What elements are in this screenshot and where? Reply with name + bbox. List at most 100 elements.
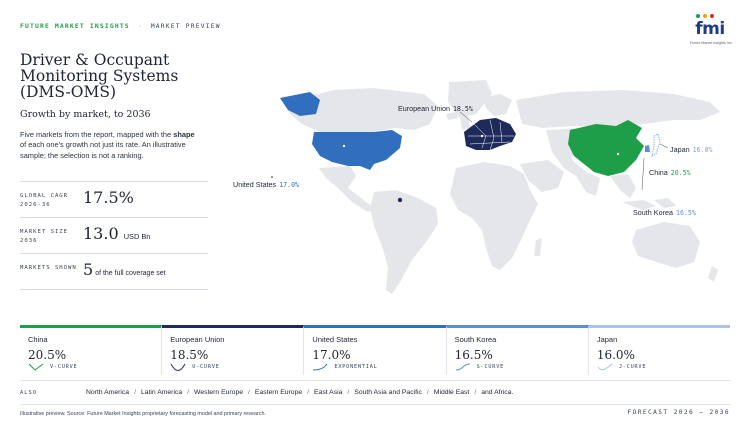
also-item[interactable]: East Asia [314,389,342,396]
metric-unit: USD Bn [123,232,151,241]
card-shape: S-CURVE [455,363,504,371]
also-separator: / [134,389,136,396]
land-masses [286,80,720,294]
map-label-pct: 18.5% [452,105,473,113]
description-bold: shape [173,130,195,139]
map-label-pct: 16.0% [692,146,713,154]
also-item[interactable]: Latin America [141,389,182,396]
logo-dots-icon [696,14,714,18]
description: Five markets from the report, mapped wit… [20,130,198,161]
header-bar: FUTURE MARKET INSIGHTS · MARKET PREVIEW [20,23,221,30]
map-label-japan: Japan 16.0% [670,145,712,154]
map-region-french-guiana [397,197,403,203]
also-item[interactable]: Eastern Europe [255,389,302,396]
s-curve-icon [455,363,470,371]
card-name: Japan [596,335,618,344]
card-shape-label: U-CURVE [192,364,220,370]
metric-number: 5 [83,260,94,279]
card-shape-label: S-CURVE [476,364,505,370]
also-item[interactable]: Western Europe [194,389,243,396]
card-value: 18.5% [170,348,209,362]
also-item[interactable]: South Asia and Pacific [354,389,422,396]
map-label-china: China 20.5% [649,168,691,177]
footer-forecast: FORECAST 2026 – 2036 [627,409,730,416]
also-separator: / [187,389,190,396]
exponential-icon [313,363,328,371]
logo-tagline: Future Market Insights Inc. [690,41,733,45]
metric-number: 13.0 [83,224,119,243]
card-united-states[interactable]: United States 17.0% EXPONENTIAL [304,325,447,375]
also-separator: / [347,389,350,396]
card-value: 17.0% [312,348,351,362]
us-dot [342,144,346,148]
also-item[interactable]: and Africa. [481,389,513,396]
also-row: ALSO North America / Latin America / Weste… [20,380,730,405]
card-name: United States [312,335,358,344]
metric-value: 17.5% [83,188,134,207]
map-label-name: United States [233,180,277,189]
market-cards: China 20.5% V-CURVE European Union 18.5%… [20,325,731,375]
metric-label: GLOBAL CAGR 2026-36 [20,193,69,208]
card-shape-label: V-CURVE [50,364,78,370]
map-label-pct: 16.5% [675,209,696,217]
brand-name: FUTURE MARKET INSIGHTS [20,23,130,30]
map-label-name: China [649,168,668,177]
card-shape-label: J-CURVE [618,364,647,370]
section-label: MARKET PREVIEW [150,23,221,30]
metric-unit: of the full coverage set [95,270,166,277]
card-shape-label: EXPONENTIAL [334,364,378,370]
card-shape: V-CURVE [28,363,77,371]
map-label-pct: 17.0% [279,181,300,189]
card-name: European Union [170,335,225,344]
card-value: 16.5% [454,348,493,362]
map-region-united-states[interactable] [312,130,402,170]
also-item[interactable]: North America [86,389,129,396]
world-map [271,80,720,294]
also-list: North America / Latin America / Western Eu… [86,389,513,396]
also-separator: / [474,389,477,396]
metric-value: 5 of the full coverage set [83,260,166,279]
card-shape: J-CURVE [597,363,646,371]
also-separator: / [307,389,310,396]
japan-leader-line [659,143,669,149]
metric-value: 13.0 USD Bn [83,224,150,243]
map-region-european-union[interactable] [464,118,516,150]
metric-label: MARKETS SHOWN [20,265,77,271]
map-region-south-korea[interactable] [645,145,650,152]
page-title: Driver & Occupant Monitoring Systems (DM… [20,51,179,101]
metric-label: MARKET SIZE 2036 [20,229,69,244]
card-japan[interactable]: Japan 16.0% J-CURVE [588,325,731,375]
also-label: ALSO [20,390,37,396]
fmi-logo[interactable]: fmi Future Market Insights Inc. [690,14,733,45]
description-text-2: of each one's growth not just its rate. … [20,140,186,160]
map-region-alaska[interactable] [280,92,320,116]
metric-global-cagr: GLOBAL CAGR 2026-36 17.5% [20,181,208,217]
korea-leader-line [641,157,645,191]
card-value: 20.5% [28,348,67,362]
also-separator: / [426,389,429,396]
u-curve-icon [170,363,186,371]
metric-number: 17.5% [83,188,134,207]
footer-source: Illustrative preview. Source: Future Mar… [20,411,266,417]
eu-dot [480,134,484,138]
metric-market-size: MARKET SIZE 2036 13.0 USD Bn [20,217,208,253]
v-curve-icon [28,363,44,371]
map-label-pct: 20.5% [670,169,691,177]
logo-letters: fmi [695,19,725,39]
card-south-korea[interactable]: South Korea 16.5% S-CURVE [446,325,589,375]
map-region-japan[interactable] [651,133,661,157]
card-china[interactable]: China 20.5% V-CURVE [20,325,163,375]
metric-markets-shown: MARKETS SHOWN 5 of the full coverage set [20,253,208,289]
map-label-european-union: European Union 18.5% [398,104,473,113]
card-name: South Korea [454,335,497,344]
card-name: China [28,335,48,344]
card-shape: U-CURVE [170,363,219,371]
header-separator: · [137,23,143,30]
page-subtitle: Growth by market, to 2036 [20,109,151,120]
also-item[interactable]: Middle East [434,389,470,396]
map-label-south-korea: South Korea 16.5% [633,208,696,217]
metric-divider [20,289,208,290]
map-label-name: South Korea [633,208,673,217]
also-separator: / [248,389,250,396]
card-european-union[interactable]: European Union 18.5% U-CURVE [162,325,305,375]
